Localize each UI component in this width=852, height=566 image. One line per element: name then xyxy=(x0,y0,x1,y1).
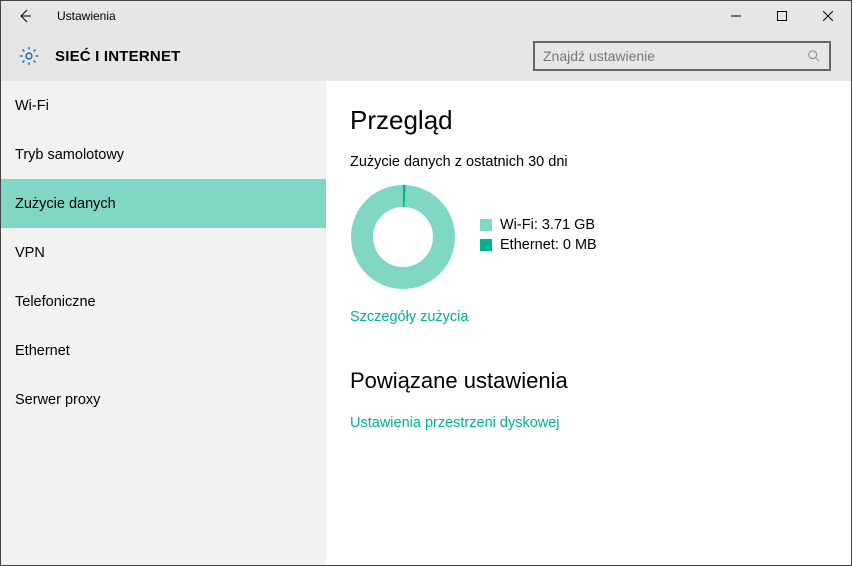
overview-heading: Przegląd xyxy=(350,105,827,136)
titlebar: Ustawienia xyxy=(1,1,851,31)
back-button[interactable] xyxy=(1,1,49,31)
legend-item-ethernet: Ethernet: 0 MB xyxy=(480,237,597,253)
sidebar-item-wifi[interactable]: Wi-Fi xyxy=(1,81,326,130)
data-usage-donut xyxy=(350,184,456,290)
sidebar-item-label: Zużycie danych xyxy=(15,196,116,212)
legend-label: Ethernet: 0 MB xyxy=(500,237,597,253)
sidebar-item-label: Serwer proxy xyxy=(15,392,100,408)
sidebar-item-vpn[interactable]: VPN xyxy=(1,228,326,277)
search-icon[interactable] xyxy=(799,49,829,63)
close-button[interactable] xyxy=(805,1,851,31)
gear-icon xyxy=(17,44,41,68)
related-heading: Powiązane ustawienia xyxy=(350,368,827,394)
content: Przegląd Zużycie danych z ostatnich 30 d… xyxy=(326,81,851,565)
chart-legend: Wi-Fi: 3.71 GB Ethernet: 0 MB xyxy=(480,217,597,257)
storage-settings-link[interactable]: Ustawienia przestrzeni dyskowej xyxy=(350,415,560,431)
usage-details-link[interactable]: Szczegóły zużycia xyxy=(350,309,468,325)
search-input[interactable] xyxy=(535,48,799,64)
sidebar-item-label: Ethernet xyxy=(15,343,70,359)
legend-swatch-wifi xyxy=(480,219,492,231)
legend-swatch-ethernet xyxy=(480,239,492,251)
section-title: SIEĆ I INTERNET xyxy=(55,48,181,65)
sidebar-item-label: Telefoniczne xyxy=(15,294,96,310)
sidebar-item-proxy[interactable]: Serwer proxy xyxy=(1,375,326,424)
maximize-button[interactable] xyxy=(759,1,805,31)
legend-label: Wi-Fi: 3.71 GB xyxy=(500,217,595,233)
sidebar-item-dialup[interactable]: Telefoniczne xyxy=(1,277,326,326)
overview-subheading: Zużycie danych z ostatnich 30 dni xyxy=(350,154,827,170)
search-box[interactable] xyxy=(533,41,831,71)
sidebar-item-label: VPN xyxy=(15,245,45,261)
sidebar-item-airplane[interactable]: Tryb samolotowy xyxy=(1,130,326,179)
sidebar-item-label: Tryb samolotowy xyxy=(15,147,124,163)
sidebar-item-label: Wi-Fi xyxy=(15,98,49,114)
header: SIEĆ I INTERNET xyxy=(1,31,851,81)
minimize-button[interactable] xyxy=(713,1,759,31)
sidebar-item-data-usage[interactable]: Zużycie danych xyxy=(1,179,326,228)
legend-item-wifi: Wi-Fi: 3.71 GB xyxy=(480,217,597,233)
sidebar-item-ethernet[interactable]: Ethernet xyxy=(1,326,326,375)
window-title: Ustawienia xyxy=(57,9,116,23)
sidebar: Wi-Fi Tryb samolotowy Zużycie danych VPN… xyxy=(1,81,326,565)
